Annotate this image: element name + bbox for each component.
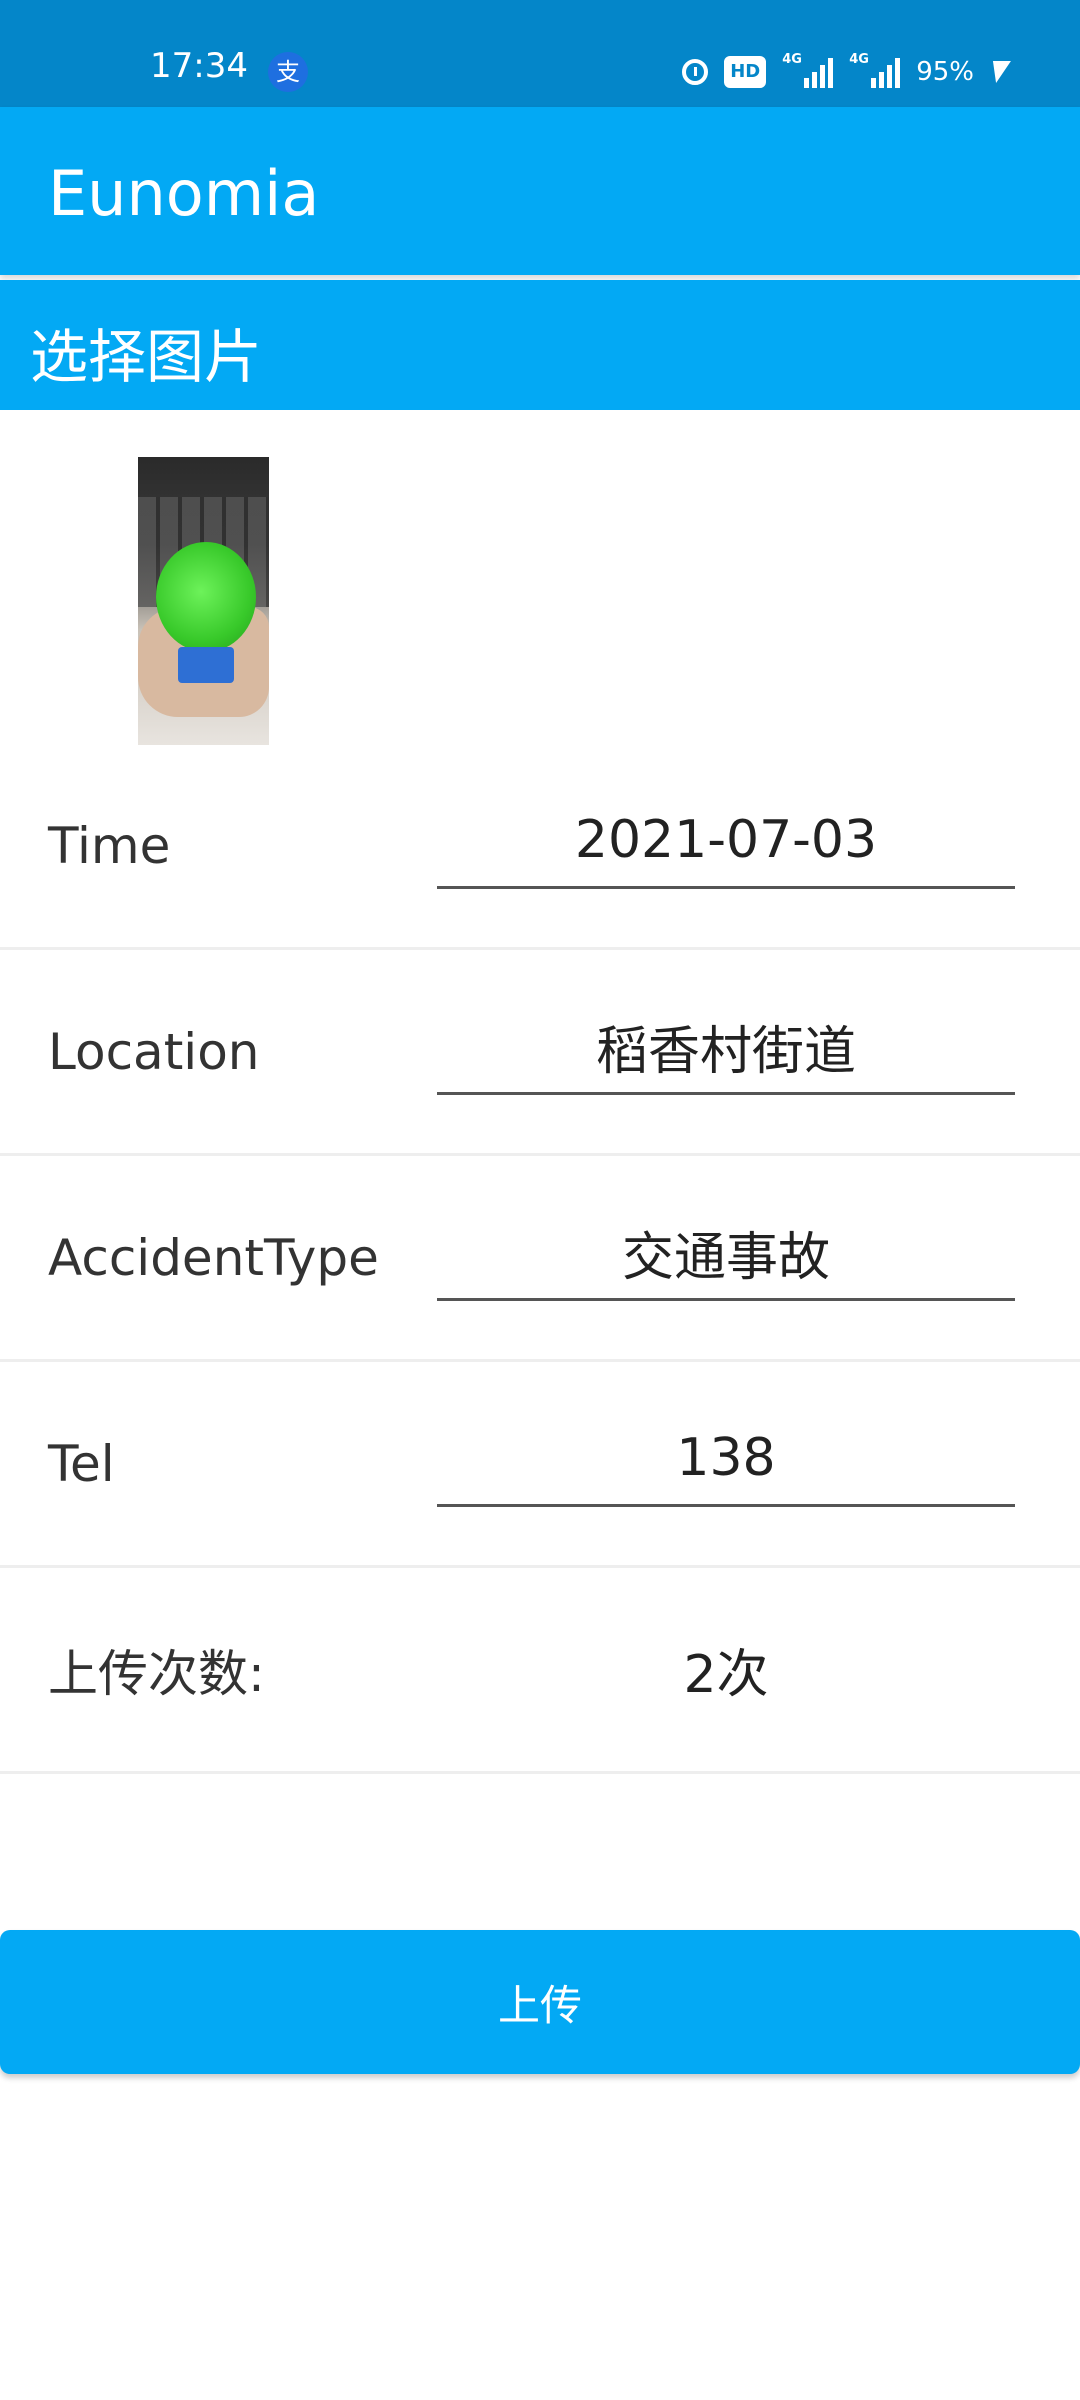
signal-4g-icon: 4G <box>782 52 834 88</box>
app-bar: Eunomia <box>0 107 1080 275</box>
time-field[interactable]: 2021-07-03 <box>437 794 1015 889</box>
tel-field[interactable]: 138 <box>437 1412 1015 1507</box>
app-title: Eunomia <box>48 157 320 230</box>
form-row-tel: Tel 138 <box>0 1362 1080 1568</box>
upload-button[interactable]: 上传 <box>0 1930 1080 2074</box>
photo-cap <box>178 647 234 683</box>
status-indicators: HD 4G 4G 95% <box>682 52 1011 92</box>
photo-bottle <box>156 542 256 652</box>
battery-level: 95% <box>916 57 974 87</box>
select-image-button[interactable]: 选择图片 <box>0 280 1080 410</box>
battery-charging-icon <box>987 61 1011 83</box>
form-row-time: Time 2021-07-03 <box>0 744 1080 950</box>
select-image-label: 选择图片 <box>30 323 263 391</box>
alipay-icon: 支 <box>268 52 308 92</box>
upload-count-label: 上传次数: <box>48 1644 265 1703</box>
form-row-upload-count: 上传次数: 2次 <box>0 1568 1080 1774</box>
accident-type-label: AccidentType <box>48 1228 379 1287</box>
hd-voice-icon: HD <box>724 56 767 88</box>
form-row-location: Location 稻香村街道 <box>0 950 1080 1156</box>
location-field[interactable]: 稻香村街道 <box>437 1000 1015 1095</box>
upload-count-value: 2次 <box>683 1645 769 1705</box>
location-label: Location <box>48 1022 260 1081</box>
tel-label: Tel <box>48 1434 115 1493</box>
status-time: 17:34 <box>150 46 248 86</box>
time-label: Time <box>48 816 171 875</box>
selected-photo-thumbnail[interactable] <box>138 457 269 745</box>
form-row-accident-type: AccidentType 交通事故 <box>0 1156 1080 1362</box>
alarm-icon <box>682 59 709 85</box>
signal-tag: 4G <box>849 52 869 67</box>
signal-4g-icon: 4G <box>849 52 901 88</box>
status-bar: 17:34 支 HD 4G 4G 95% <box>0 0 1080 107</box>
signal-tag: 4G <box>782 52 802 67</box>
accident-type-field[interactable]: 交通事故 <box>437 1206 1015 1301</box>
